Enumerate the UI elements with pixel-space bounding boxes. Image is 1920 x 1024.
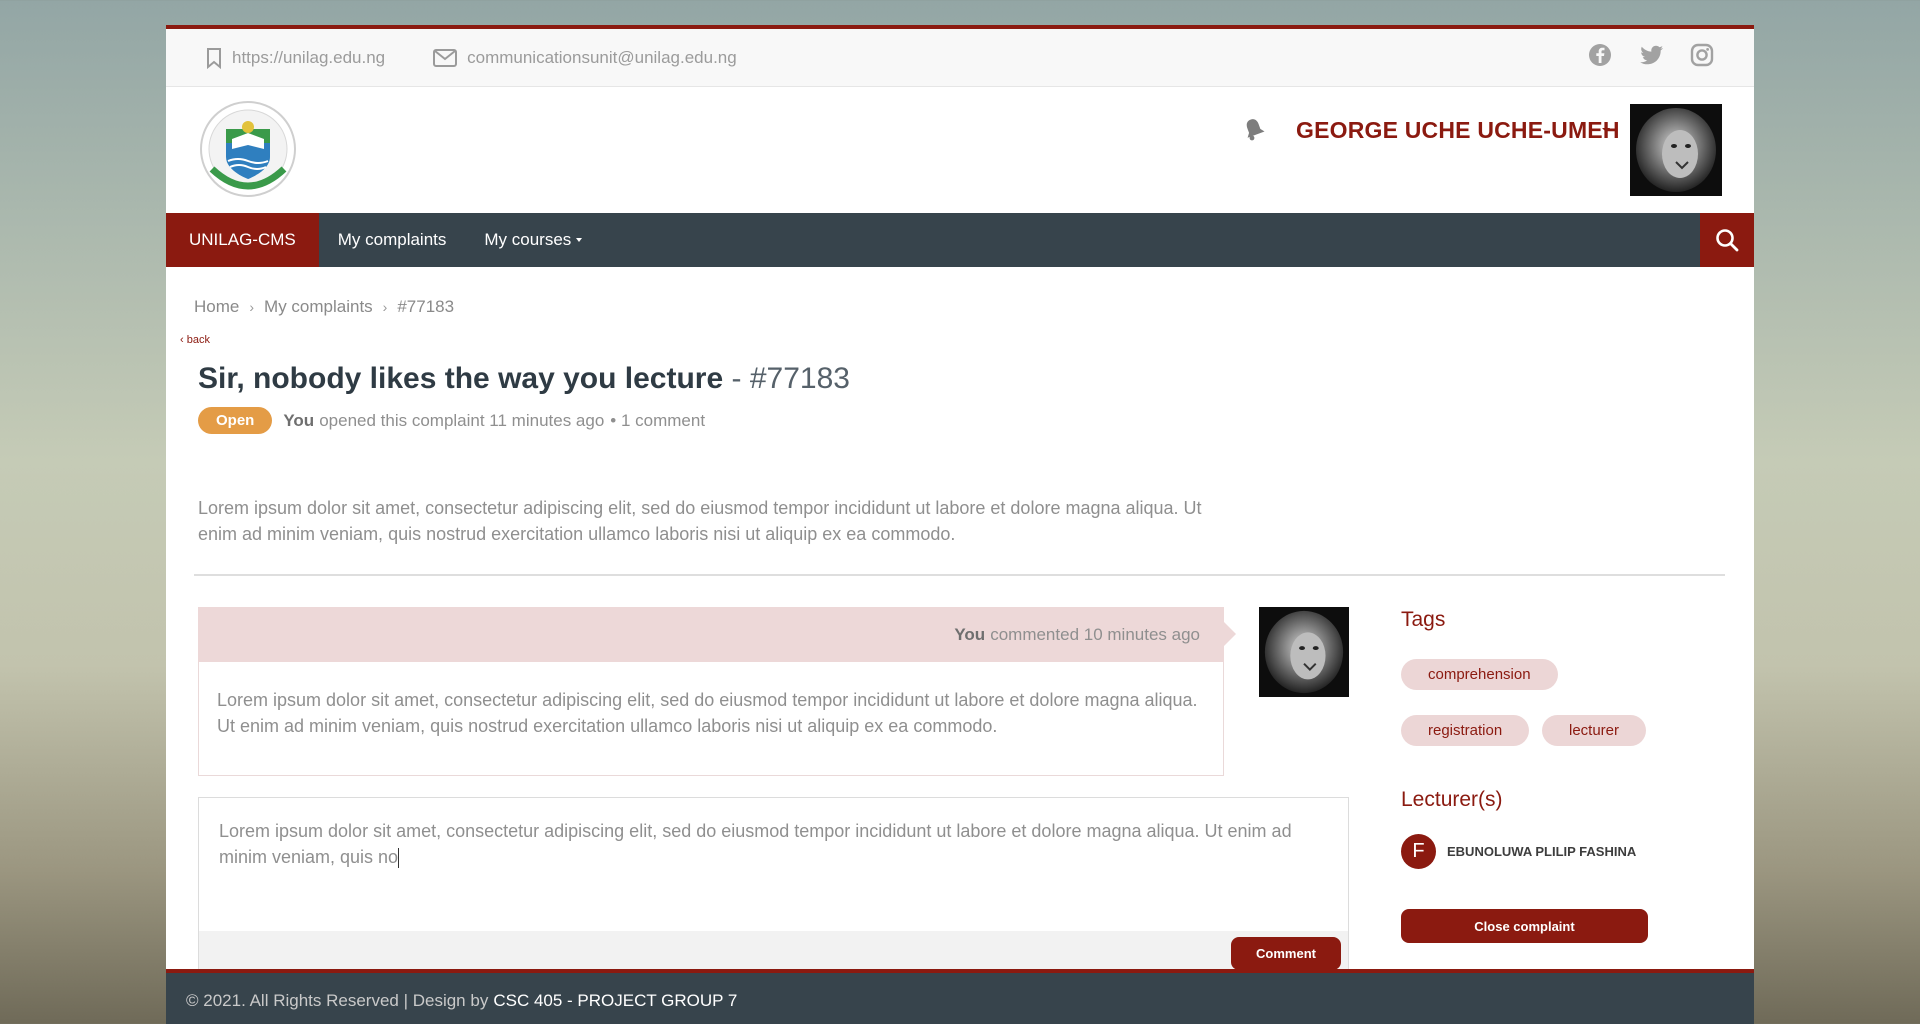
nav-item-my-complaints[interactable]: My complaints	[319, 213, 466, 267]
top-info-bar: https://unilag.edu.ng communicationsunit…	[166, 29, 1754, 87]
comment-input[interactable]: Lorem ipsum dolor sit amet, consectetur …	[199, 798, 1348, 931]
divider	[194, 574, 1725, 576]
comment-avatar	[1259, 607, 1349, 697]
tags-heading: Tags	[1401, 608, 1446, 631]
main-nav: UNILAG-CMS My complaints My courses	[166, 213, 1754, 267]
lecturer-item: F EBUNOLUWA PLILIP FASHINA	[1401, 834, 1636, 869]
page-title: Sir, nobody likes the way you lecture - …	[198, 362, 850, 396]
email-link[interactable]: communicationsunit@unilag.edu.ng	[433, 48, 737, 68]
breadcrumb-my-complaints[interactable]: My complaints	[264, 297, 373, 317]
lecturers-heading: Lecturer(s)	[1401, 788, 1503, 811]
twitter-icon[interactable]	[1639, 43, 1663, 67]
status-badge: Open	[198, 407, 273, 434]
complaint-meta: Open You opened this complaint 11 minute…	[198, 407, 705, 434]
tag-lecturer[interactable]: lecturer	[1542, 715, 1647, 746]
comment-count: • 1 comment	[610, 410, 706, 430]
nav-item-my-courses[interactable]: My courses	[465, 213, 601, 267]
back-link[interactable]: ‹ back	[180, 334, 210, 346]
footer-text: © 2021. All Rights Reserved | Design by	[186, 990, 489, 1010]
site-header: GEORGE UCHE UCHE-UMEH	[166, 87, 1754, 213]
caret-down-icon	[576, 238, 583, 242]
search-button[interactable]	[1700, 213, 1754, 267]
comment-input-value: Lorem ipsum dolor sit amet, consectetur …	[219, 821, 1292, 867]
complaint-description: Lorem ipsum dolor sit amet, consectetur …	[198, 498, 1202, 544]
lecturer-name: EBUNOLUWA PLILIP FASHINA	[1447, 844, 1637, 859]
nav-item-label: My complaints	[337, 230, 447, 249]
chevron-right-icon: ›	[382, 299, 388, 315]
breadcrumb: Home › My complaints › #77183	[194, 297, 454, 317]
breadcrumb-current: #77183	[397, 297, 455, 316]
lecturer-avatar: F	[1401, 834, 1436, 869]
email-text: communicationsunit@unilag.edu.ng	[467, 47, 737, 67]
chevron-left-icon: ‹	[180, 334, 187, 346]
social-links	[1588, 43, 1714, 67]
comment-author: You	[954, 624, 986, 644]
close-complaint-button[interactable]: Close complaint	[1401, 909, 1648, 943]
unilag-logo[interactable]	[198, 99, 298, 199]
comment-editor: Lorem ipsum dolor sit amet, consectetur …	[198, 797, 1349, 976]
facebook-icon[interactable]	[1588, 43, 1612, 67]
breadcrumb-home[interactable]: Home	[194, 297, 239, 317]
website-link[interactable]: https://unilag.edu.ng	[206, 47, 385, 69]
comment-body: Lorem ipsum dolor sit amet, consectetur …	[198, 662, 1224, 776]
complaint-title: Sir, nobody likes the way you lecture	[198, 362, 724, 395]
user-menu-caret-icon[interactable]	[1602, 128, 1610, 132]
back-label: back	[186, 334, 210, 346]
page-frame: https://unilag.edu.ng communicationsunit…	[166, 25, 1754, 1024]
search-icon	[1716, 229, 1739, 252]
tag-registration[interactable]: registration	[1401, 715, 1530, 746]
nav-item-label: My courses	[484, 230, 572, 249]
complaint-author: You	[283, 410, 315, 430]
user-menu[interactable]: GEORGE UCHE UCHE-UMEH	[1296, 117, 1620, 144]
footer-group: CSC 405 - PROJECT GROUP 7	[493, 990, 738, 1010]
complaint-opened-text: opened this complaint 11 minutes ago	[319, 410, 605, 430]
chevron-right-icon: ›	[249, 299, 255, 315]
comment-button[interactable]: Comment	[1231, 937, 1341, 970]
complaint-number: - #77183	[723, 362, 850, 395]
bell-icon[interactable]	[1243, 117, 1265, 141]
envelope-icon	[433, 48, 458, 67]
text-cursor	[398, 848, 400, 869]
comment-meta: commented 10 minutes ago	[990, 624, 1200, 644]
tag-comprehension[interactable]: comprehension	[1401, 659, 1558, 690]
bookmark-icon	[207, 47, 221, 69]
comment-header: You commented 10 minutes ago	[198, 607, 1236, 662]
instagram-icon[interactable]	[1690, 43, 1714, 67]
nav-brand[interactable]: UNILAG-CMS	[166, 213, 319, 267]
user-avatar[interactable]	[1630, 104, 1722, 196]
site-footer: © 2021. All Rights Reserved | Design by …	[166, 969, 1754, 1024]
website-text: https://unilag.edu.ng	[232, 47, 386, 67]
